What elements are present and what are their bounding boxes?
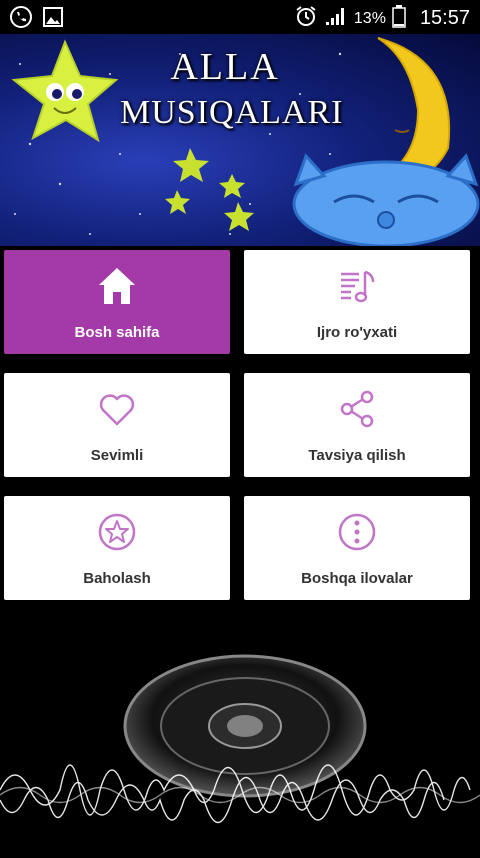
star-character (11, 39, 119, 143)
header-banner: ALLA MUSIQALARI (0, 34, 480, 246)
menu-favorites-button[interactable]: Sevimli (4, 373, 230, 477)
playlist-icon (335, 264, 379, 308)
clock: 15:57 (419, 7, 470, 29)
menu-share-label: Tavsiya qilish (308, 447, 406, 464)
status-bar: 13% 15:57 (0, 0, 480, 34)
menu-playlist-label: Ijro ro'yxati (316, 324, 398, 341)
home-icon (95, 264, 139, 308)
app-title-line2: MUSIQALARI (120, 94, 344, 131)
menu-more-apps-button[interactable]: Boshqa ilovalar (244, 496, 470, 600)
app-title: ALLA MUSIQALARI (120, 44, 344, 136)
menu-home-label: Bosh sahifa (74, 324, 160, 341)
more-icon (335, 510, 379, 554)
battery-icon (392, 4, 406, 33)
speaker-illustration (0, 654, 480, 823)
app-title-line1: ALLA (170, 46, 280, 88)
alarm-icon (294, 4, 318, 33)
share-icon (335, 387, 379, 431)
menu-rate-label: Baholash (83, 570, 151, 587)
menu-share-button[interactable]: Tavsiya qilish (244, 373, 470, 477)
menu-more-apps-label: Boshqa ilovalar (301, 570, 413, 587)
menu-home-button[interactable]: Bosh sahifa (4, 250, 230, 354)
menu-playlist-button[interactable]: Ijro ro'yxati (244, 250, 470, 354)
signal-icon (324, 5, 348, 32)
phone-icon (10, 6, 32, 33)
menu-favorites-label: Sevimli (90, 447, 144, 464)
speaker-artwork (0, 640, 480, 853)
star-icon (95, 510, 139, 554)
image-icon (42, 6, 64, 33)
battery-percent: 13% (353, 9, 386, 27)
heart-icon (95, 387, 139, 431)
menu-rate-button[interactable]: Baholash (4, 496, 230, 600)
